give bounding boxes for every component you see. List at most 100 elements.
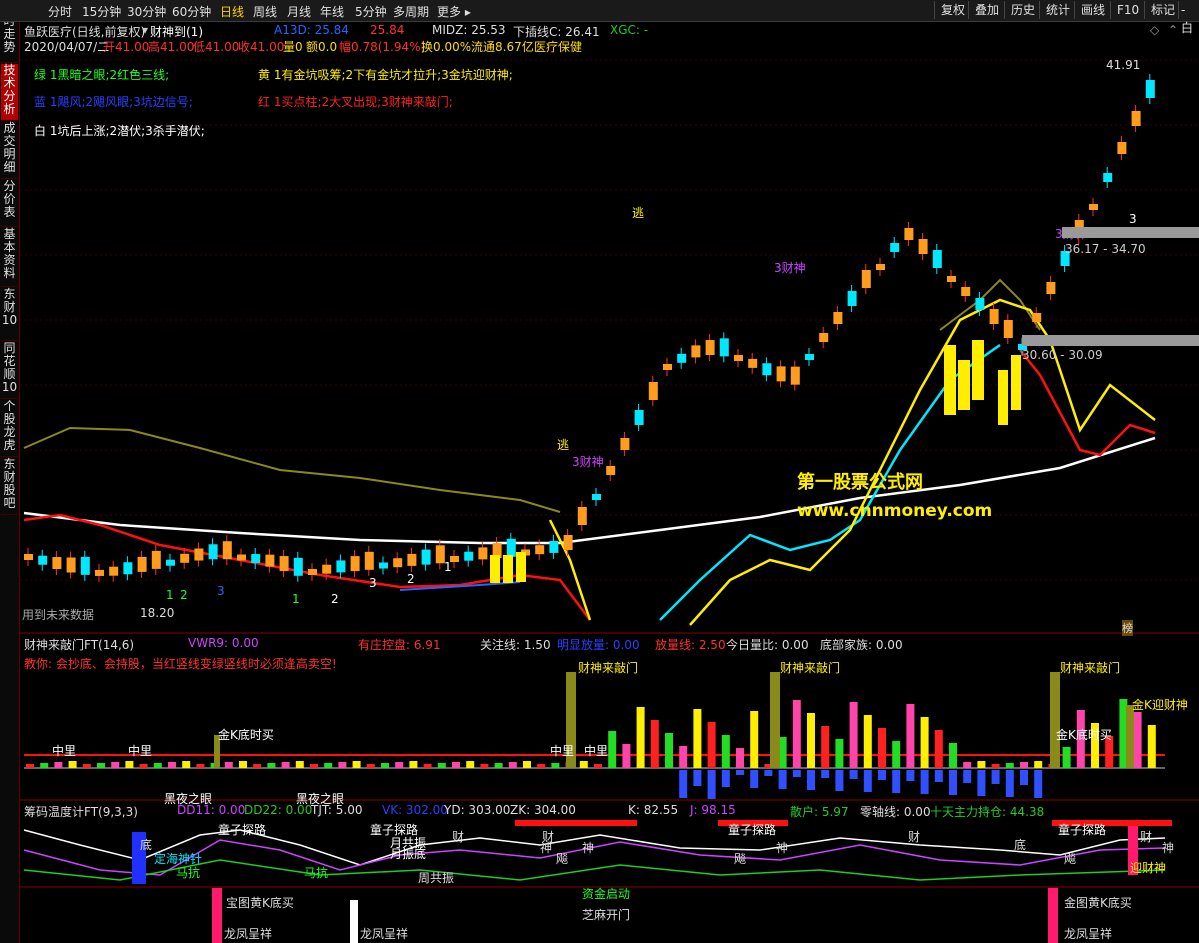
panel3-j: J: 98.15 xyxy=(690,803,736,817)
volume-bar xyxy=(792,700,801,768)
range-bar-2 xyxy=(1022,335,1199,346)
volume-bar xyxy=(920,717,929,768)
volume-bar xyxy=(54,762,63,768)
cai-4: 财 xyxy=(1140,830,1153,844)
candle-body xyxy=(151,550,161,569)
candle-body xyxy=(1103,173,1113,182)
chip-signal-bar xyxy=(1048,888,1058,943)
candle-body xyxy=(1117,142,1127,154)
panel3-zk: ZK: 304.00 xyxy=(510,803,576,817)
negative-bar xyxy=(1005,770,1014,797)
volume-bar xyxy=(1133,712,1142,768)
negative-bar xyxy=(991,770,1000,784)
volume-bar xyxy=(239,761,247,768)
panel2-advice: 教你: 会抄底、会持股，当红竖线变绿竖线时必须逢高卖空! xyxy=(24,657,337,671)
candle-body xyxy=(293,557,303,576)
volume-bar xyxy=(111,762,120,768)
panel3-sanhu: 散户: 5.97 xyxy=(790,805,849,819)
candle-body xyxy=(592,494,601,500)
candle-body xyxy=(80,556,90,575)
volume-bar xyxy=(409,761,418,768)
baotu-buy: 宝图黄K底买 xyxy=(226,896,294,910)
shen-2: 神 xyxy=(582,841,595,855)
candle-body xyxy=(663,364,672,370)
candle-body xyxy=(748,358,758,368)
negative-bar xyxy=(977,770,986,796)
candle-body xyxy=(1046,282,1056,294)
caishen-label-2: 3财神 xyxy=(774,261,806,275)
candle-body xyxy=(393,558,403,568)
panel3-dd11: DD11: 0.00 xyxy=(177,803,246,817)
negative-bar xyxy=(693,770,702,786)
candle-body xyxy=(208,544,218,560)
count-label: 1 xyxy=(444,560,452,574)
candle-body xyxy=(549,540,559,553)
volume-bar xyxy=(736,748,744,768)
candle-body xyxy=(123,562,133,575)
jink-caishen: 金K迎财神 xyxy=(1132,698,1188,712)
candle-body xyxy=(762,363,772,376)
signal-block xyxy=(972,340,984,400)
volume-bar xyxy=(324,763,333,768)
volume-bar xyxy=(537,764,546,768)
candle-body xyxy=(577,507,587,525)
price-low-label: 18.20 xyxy=(140,606,175,620)
tongzi-1: 童子探路 xyxy=(218,823,267,837)
bang-badge[interactable]: 榜 xyxy=(1122,620,1133,636)
volume-bar xyxy=(97,763,105,768)
candle-body xyxy=(620,438,630,450)
count-label: 3 xyxy=(369,576,377,590)
candle-body xyxy=(95,569,104,576)
negative-bar xyxy=(778,770,787,789)
panel3-dd22: DD22: 0.00 xyxy=(244,803,313,817)
panel3-shitian: 十天主力持仓: 44.38 xyxy=(930,805,1045,819)
candle-body xyxy=(904,228,914,240)
ying-caishen: 迎财神 xyxy=(1130,861,1167,875)
volume-bar xyxy=(835,739,844,768)
negative-bar xyxy=(1034,770,1043,798)
candle-body xyxy=(24,554,33,560)
cai-3: 财 xyxy=(908,830,921,844)
di-mark-2: 底 xyxy=(1014,838,1027,852)
volume-bar xyxy=(139,764,148,768)
negative-bar xyxy=(934,770,943,782)
volume-bar xyxy=(168,762,176,768)
candle-body xyxy=(1003,320,1013,338)
candle-body xyxy=(237,554,246,561)
volume-bar xyxy=(707,722,716,768)
panel2-bars xyxy=(24,672,1165,799)
negative-bar xyxy=(679,770,688,798)
candle-body xyxy=(1131,111,1141,126)
candle-body xyxy=(947,276,956,282)
longfeng-2: 龙凤呈祥 xyxy=(360,927,409,941)
volume-bar xyxy=(452,762,460,768)
escape-label-2: 逃 xyxy=(557,438,570,452)
volume-bar xyxy=(437,763,446,768)
negative-bar xyxy=(920,770,929,794)
panel3-title[interactable]: 筹码温度计FT(9,3,3) xyxy=(24,803,138,820)
candle-body xyxy=(833,312,843,324)
volume-bar xyxy=(523,761,531,768)
panel3-lines xyxy=(23,820,1172,943)
volume-bar xyxy=(622,744,631,768)
negative-bar xyxy=(835,770,844,791)
caishen-knock-1: 财神来敲门 xyxy=(578,661,639,675)
volume-bar xyxy=(721,735,730,768)
candle-body xyxy=(336,560,346,573)
volume-bar xyxy=(821,726,830,768)
candle-body xyxy=(364,551,374,570)
panel3-k: K: 82.55 xyxy=(628,803,679,817)
negative-bar xyxy=(764,770,773,776)
negative-bar xyxy=(792,770,801,777)
count-label: 1 xyxy=(166,588,174,602)
volume-bar xyxy=(878,728,886,768)
candle-body xyxy=(847,291,857,306)
volume-bar xyxy=(494,763,503,768)
jink-buy-2: 金K底时买 xyxy=(1056,728,1112,742)
panel2-title[interactable]: 财神来敲门FT(14,6) xyxy=(24,636,134,653)
panel2-youzhuang: 有庄控盘: 6.91 xyxy=(358,638,441,652)
price-high-label: 41.91 xyxy=(1106,58,1141,72)
candle-body xyxy=(776,366,786,382)
volume-bar xyxy=(82,764,91,768)
candle-body xyxy=(535,545,545,555)
